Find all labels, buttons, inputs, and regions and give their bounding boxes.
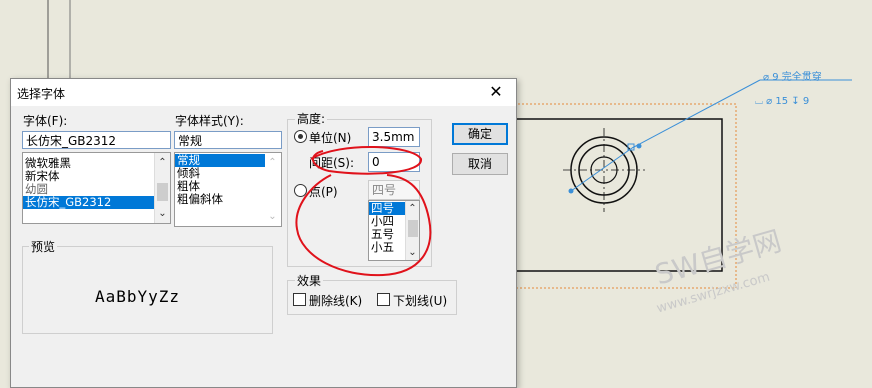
red-annotation-marks: [295, 146, 432, 277]
hole-note-line2: ⌴ ⌀ 15 ↧ 9: [755, 96, 810, 107]
hole-note-line1: ⌀ 9 完全贯穿: [763, 72, 822, 83]
font-dialog: 选择字体 ✕ 字体(F): 长仿宋_GB2312 微软雅黑 新宋体 幼圆 长仿宋_GB…: [10, 78, 517, 388]
